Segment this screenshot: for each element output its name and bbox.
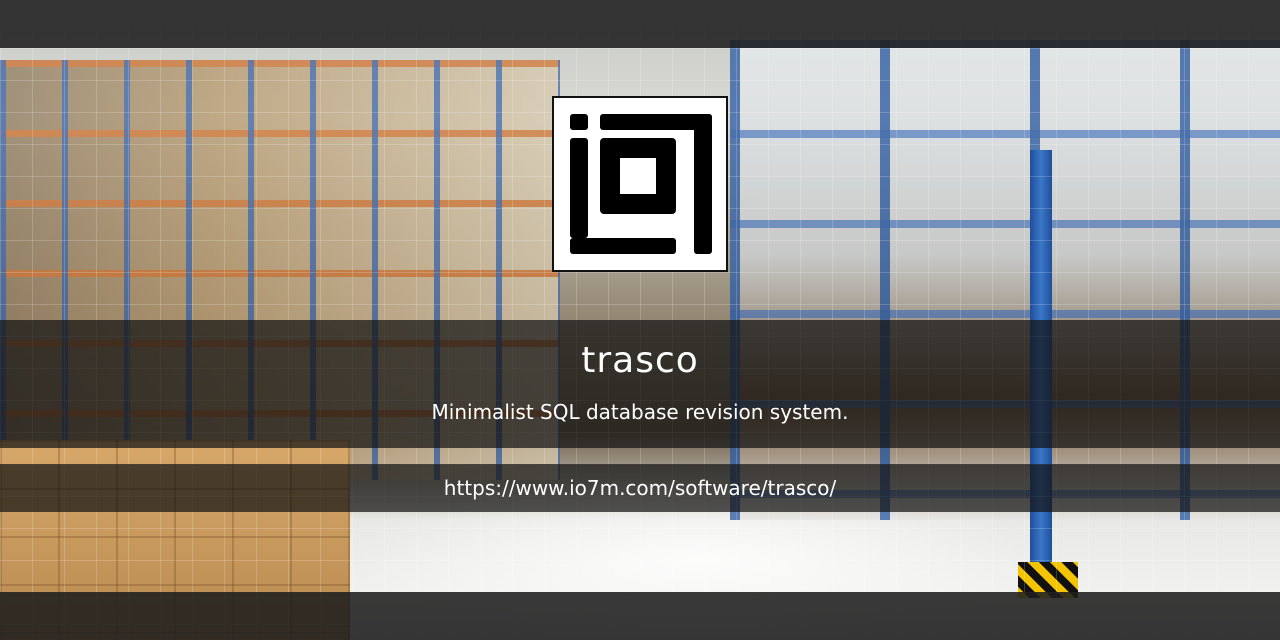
bottom-bar: [0, 592, 1280, 640]
io7-logo-graphic: [570, 114, 712, 254]
project-name: trasco: [581, 340, 699, 381]
project-tagline: Minimalist SQL database revision system.: [431, 400, 849, 424]
top-bar: [0, 0, 1280, 48]
banner: trasco Minimalist SQL database revision …: [0, 0, 1280, 640]
project-url[interactable]: https://www.io7m.com/software/trasco/: [0, 476, 1280, 500]
io7-logo-icon: [552, 96, 728, 272]
warehouse-mezzanine-right: [730, 40, 1280, 520]
